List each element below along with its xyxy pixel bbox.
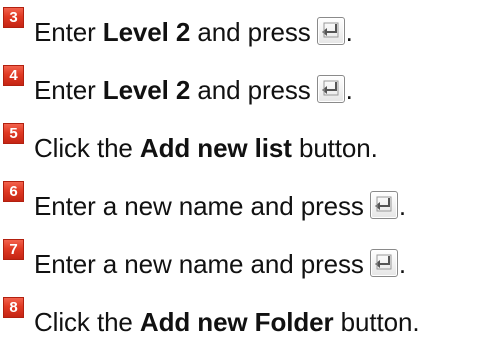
step-text-post: and press [190,75,311,105]
step-text: Enter Level 2 and press. [34,16,353,48]
step-text-pre: Click the [34,133,140,163]
step-text-end: . [345,75,353,105]
step-text-pre: Enter a new name and press [34,249,364,279]
step-text-pre: Click the [34,307,140,337]
step-text-bold: Level 2 [102,17,191,47]
step-text-end: . [398,191,406,221]
step-number-badge: 7 [3,239,24,260]
step-number-badge: 5 [3,123,24,144]
step-text: Click the Add new Folder button. [34,306,420,338]
step-text-pre: Enter a new name and press [34,191,364,221]
step-text-pre: Enter [34,17,103,47]
step-text-end: . [398,249,406,279]
step-text-pre: Enter [34,75,103,105]
step-number-badge: 8 [3,297,24,318]
enter-key-icon [316,75,345,103]
step-text: Enter Level 2 and press. [34,74,353,106]
step-text-end: . [345,17,353,47]
enter-key-icon [369,191,398,219]
step-text-bold: Add new list [139,133,292,163]
step-text-post: button. [333,307,420,337]
enter-key-icon [316,17,345,45]
step-text-bold: Add new Folder [139,307,334,337]
step-number-badge: 3 [3,7,24,28]
step-number-badge: 4 [3,65,24,86]
step-text-post: button. [291,133,378,163]
step-text: Enter a new name and press. [34,248,406,280]
step-text: Enter a new name and press. [34,190,406,222]
step-text-bold: Level 2 [102,75,191,105]
step-text-post: and press [190,17,311,47]
step-number-badge: 6 [3,181,24,202]
step-text: Click the Add new list button. [34,132,378,164]
enter-key-icon [369,249,398,277]
